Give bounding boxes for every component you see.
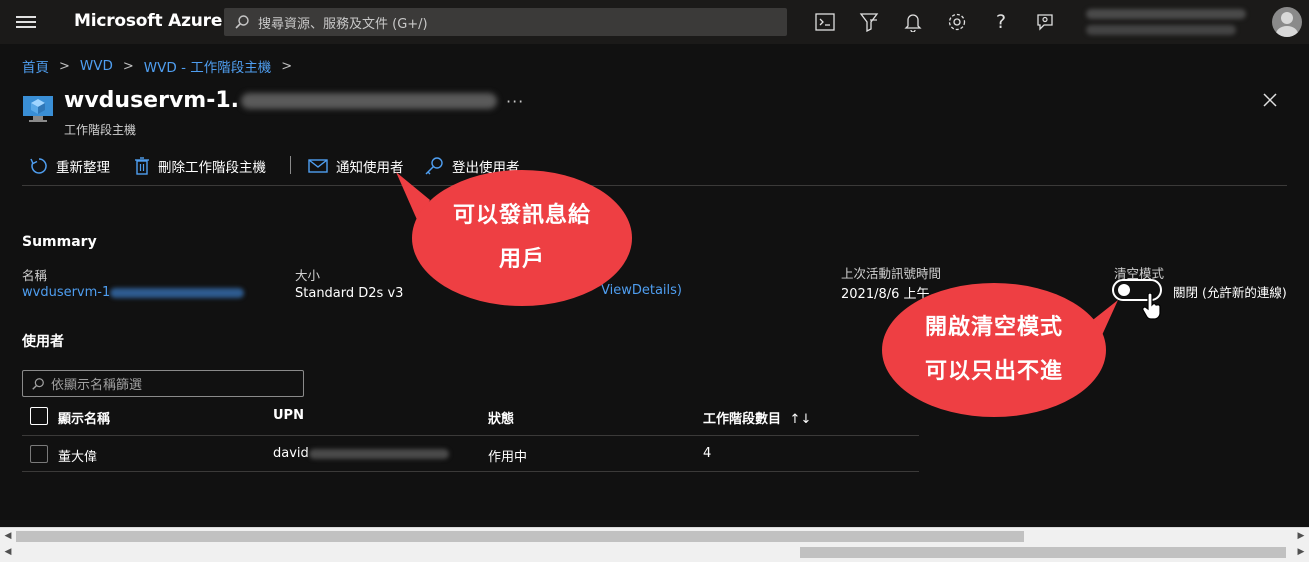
page-subtitle: 工作階段主機 bbox=[64, 123, 137, 137]
drain-mode-state: 關閉 (允許新的連線) bbox=[1173, 285, 1287, 300]
chevron-right-icon: > bbox=[122, 58, 134, 74]
scroll-left-icon[interactable]: ◀ bbox=[3, 547, 13, 558]
avatar[interactable] bbox=[1272, 7, 1302, 37]
refresh-icon bbox=[30, 158, 47, 174]
hand-cursor-icon bbox=[1142, 293, 1161, 320]
user-filter-input[interactable]: 依顯示名稱篩選 bbox=[22, 370, 304, 397]
size-value: Standard D2s v3 bbox=[295, 286, 404, 301]
mail-icon bbox=[308, 159, 328, 173]
name-value[interactable]: wvduservm-1 bbox=[22, 285, 245, 300]
search-icon bbox=[235, 15, 249, 29]
sort-icon[interactable]: ↑↓ bbox=[790, 412, 812, 427]
close-icon[interactable] bbox=[1260, 90, 1280, 110]
breadcrumb-session-hosts[interactable]: WVD - 工作階段主機 bbox=[144, 56, 271, 76]
breadcrumb-wvd[interactable]: WVD bbox=[80, 58, 113, 74]
heartbeat-value: 2021/8/6 上午 bbox=[841, 287, 930, 302]
callout-notify: 可以發訊息給 用戶 bbox=[412, 170, 632, 306]
summary-heading: Summary bbox=[22, 234, 97, 250]
notifications-icon[interactable] bbox=[901, 10, 925, 34]
notify-users-button[interactable]: 通知使用者 bbox=[308, 154, 404, 178]
feedback-icon[interactable] bbox=[1033, 10, 1057, 34]
scroll-right-icon[interactable]: ▶ bbox=[1296, 547, 1306, 558]
heartbeat-label: 上次活動訊號時間 bbox=[841, 266, 942, 281]
name-label: 名稱 bbox=[22, 268, 48, 283]
virtual-machine-icon bbox=[23, 96, 53, 122]
scrollbar-thumb[interactable] bbox=[16, 531, 1024, 542]
settings-icon[interactable] bbox=[945, 10, 969, 34]
breadcrumb: 首頁 > WVD > WVD - 工作階段主機 > bbox=[22, 56, 302, 76]
users-table: 顯示名稱 UPN 狀態 工作階段數目 ↑↓ 董大偉 david 作用中 4 bbox=[22, 400, 919, 472]
column-upn[interactable]: UPN bbox=[273, 408, 304, 423]
callout-drain: 開啟清空模式 可以只出不進 bbox=[882, 283, 1106, 417]
row-upn: david bbox=[273, 446, 449, 461]
row-status: 作用中 bbox=[488, 450, 528, 465]
account-info[interactable] bbox=[1086, 6, 1254, 38]
page-title: wvduservm-1. bbox=[64, 88, 498, 113]
table-header: 顯示名稱 UPN 狀態 工作階段數目 ↑↓ bbox=[22, 400, 919, 436]
cloud-shell-icon[interactable] bbox=[813, 10, 837, 34]
help-icon[interactable]: ? bbox=[989, 10, 1013, 34]
portal-menu-icon[interactable] bbox=[16, 13, 36, 31]
breadcrumb-home[interactable]: 首頁 bbox=[22, 56, 49, 76]
global-search-input[interactable]: 搜尋資源、服務及文件 (G+/) bbox=[224, 8, 787, 36]
chevron-right-icon: > bbox=[59, 58, 70, 74]
chevron-right-icon: > bbox=[281, 58, 293, 74]
delete-session-host-button[interactable]: 刪除工作階段主機 bbox=[134, 154, 266, 178]
horizontal-scrollbar-outer[interactable]: ◀ ▶ bbox=[0, 544, 1309, 562]
command-bar: 重新整理 刪除工作階段主機 通知使用者 登出使用者 bbox=[22, 152, 1287, 186]
command-separator bbox=[290, 156, 291, 174]
view-details-link[interactable]: ViewDetails) bbox=[601, 283, 682, 298]
column-sessions[interactable]: 工作階段數目 ↑↓ bbox=[703, 408, 811, 427]
row-sessions: 4 bbox=[703, 446, 712, 461]
brand-link[interactable]: Microsoft Azure bbox=[74, 11, 222, 31]
refresh-button[interactable]: 重新整理 bbox=[30, 154, 110, 178]
scrollbar-thumb[interactable] bbox=[800, 547, 1286, 558]
horizontal-scrollbar-inner[interactable]: ◀ ▶ bbox=[0, 527, 1309, 544]
directory-filter-icon[interactable] bbox=[857, 10, 881, 34]
column-display-name[interactable]: 顯示名稱 bbox=[58, 408, 110, 427]
scroll-right-icon[interactable]: ▶ bbox=[1296, 531, 1306, 542]
select-all-checkbox[interactable] bbox=[30, 407, 48, 425]
users-heading: 使用者 bbox=[22, 334, 64, 350]
more-options-icon[interactable]: ··· bbox=[506, 92, 524, 111]
trash-icon bbox=[135, 157, 149, 175]
table-row[interactable]: 董大偉 david 作用中 4 bbox=[22, 436, 919, 472]
search-icon bbox=[32, 377, 44, 390]
search-placeholder: 搜尋資源、服務及文件 (G+/) bbox=[258, 16, 428, 32]
row-display-name: 董大偉 bbox=[58, 450, 98, 465]
column-status[interactable]: 狀態 bbox=[488, 408, 514, 427]
top-bar: Microsoft Azure 搜尋資源、服務及文件 (G+/) ? bbox=[0, 0, 1309, 44]
row-checkbox[interactable] bbox=[30, 445, 48, 463]
scroll-left-icon[interactable]: ◀ bbox=[3, 531, 13, 542]
size-label: 大小 bbox=[295, 268, 321, 283]
